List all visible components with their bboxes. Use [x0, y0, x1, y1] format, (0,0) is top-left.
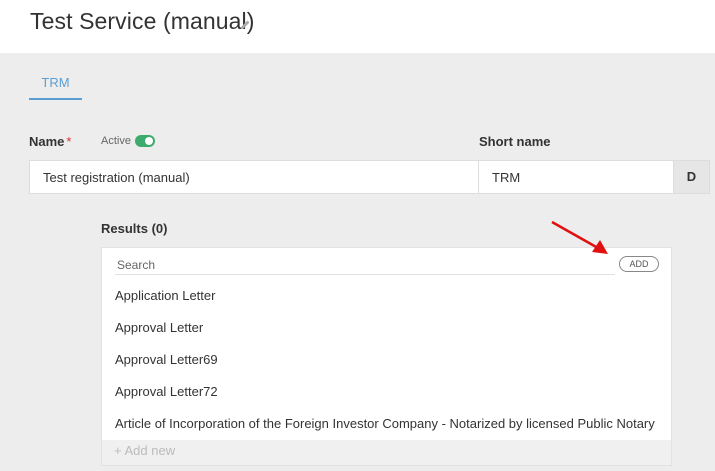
- list-item[interactable]: Application Letter: [115, 288, 215, 303]
- d-button[interactable]: D: [673, 160, 710, 194]
- active-toggle[interactable]: [135, 135, 155, 147]
- list-item[interactable]: Article of Incorporation of the Foreign …: [115, 416, 655, 431]
- page-title: Test Service (manual): [30, 8, 255, 34]
- list-item[interactable]: Approval Letter69: [115, 352, 218, 367]
- partial-icon: [597, 0, 617, 2]
- list-item[interactable]: Approval Letter72: [115, 384, 218, 399]
- list-item[interactable]: Approval Letter: [115, 320, 203, 335]
- search-input[interactable]: [115, 256, 615, 275]
- required-mark: *: [66, 134, 72, 149]
- active-label: Active: [101, 135, 131, 147]
- annotation-arrow: [551, 220, 608, 254]
- add-new-item[interactable]: + Add new: [102, 440, 671, 465]
- name-label: Name *: [29, 134, 71, 149]
- name-label-text: Name: [29, 134, 65, 149]
- pencil-icon[interactable]: [239, 19, 251, 31]
- short-name-field[interactable]: TRM: [478, 160, 674, 194]
- page-header: Test Service (manual): [0, 0, 715, 53]
- tab-trm[interactable]: TRM: [29, 75, 82, 100]
- add-button[interactable]: ADD: [619, 256, 659, 272]
- results-label: Results (0): [101, 221, 168, 236]
- name-field[interactable]: Test registration (manual): [29, 160, 479, 194]
- results-panel: ADD Application Letter Approval Letter A…: [101, 247, 672, 466]
- short-name-label: Short name: [479, 134, 551, 149]
